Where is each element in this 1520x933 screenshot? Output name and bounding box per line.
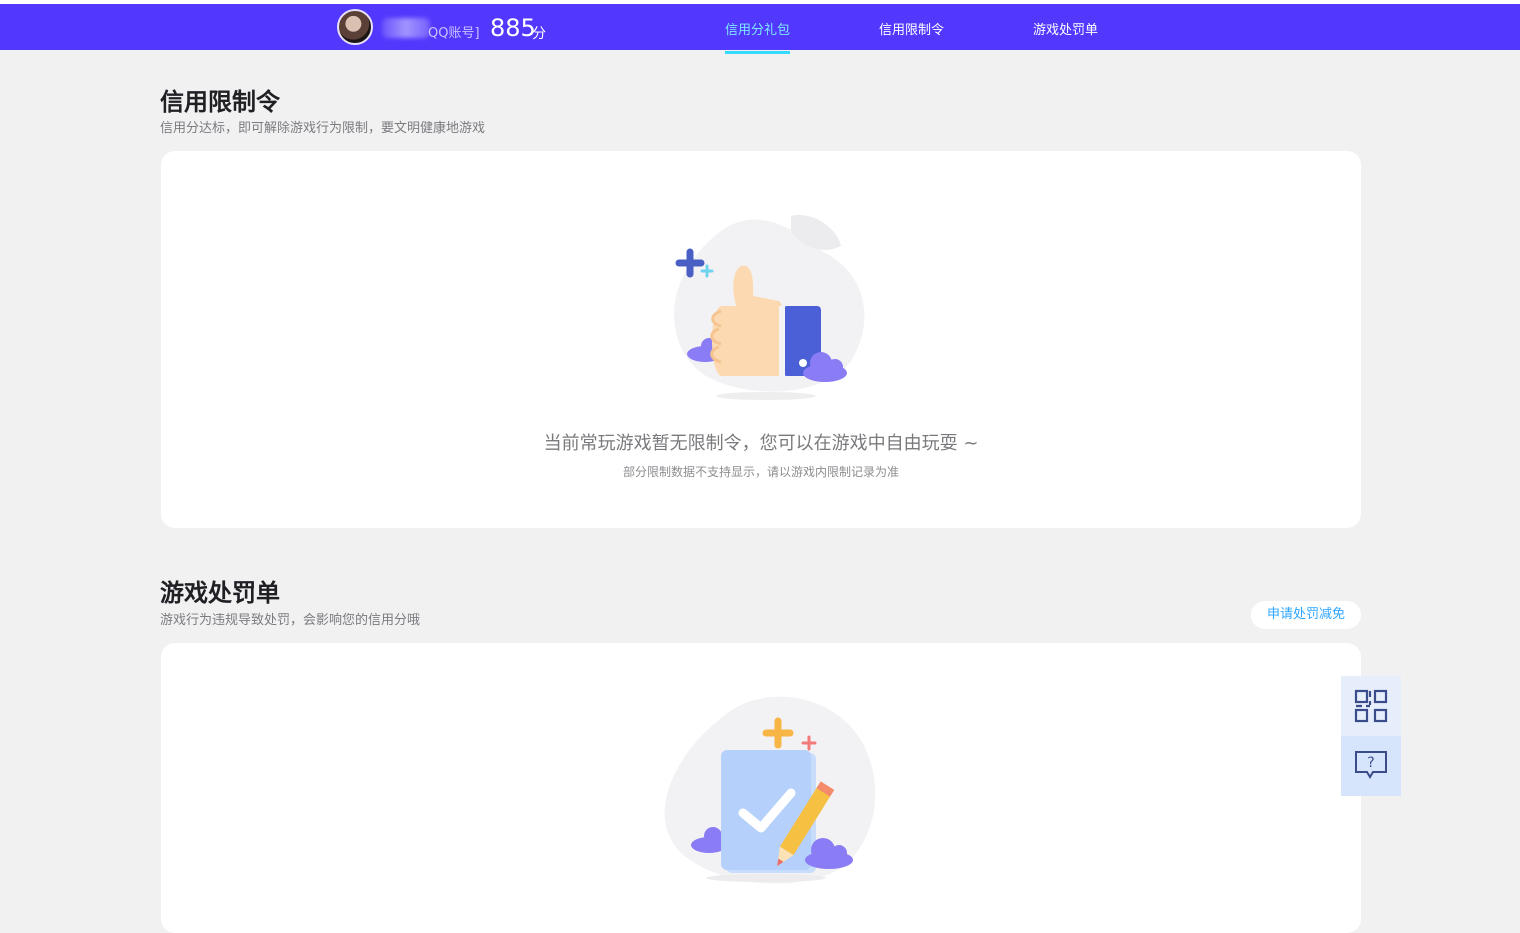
- restriction-section-subtitle: 信用分达标，即可解除游戏行为限制，要文明健康地游戏: [160, 121, 486, 136]
- help-chat-icon: ?: [1355, 751, 1387, 779]
- document-check-icon: [664, 696, 876, 884]
- apply-penalty-reduction-button[interactable]: 申请处罚减免: [1251, 601, 1361, 629]
- account-label: QQ账号]: [428, 26, 480, 41]
- tab-credit-gift[interactable]: 信用分礼包: [725, 19, 791, 54]
- qr-code-icon: [1354, 689, 1388, 723]
- restriction-empty-message: 当前常玩游戏暂无限制令，您可以在游戏中自由玩耍 ~: [543, 433, 979, 454]
- avatar[interactable]: [337, 9, 373, 45]
- restriction-section-title: 信用限制令: [160, 88, 280, 116]
- restriction-empty-note: 部分限制数据不支持显示，请以游戏内限制记录为准: [622, 465, 899, 479]
- penalty-section-title: 游戏处罚单: [160, 579, 280, 607]
- thumbs-up-icon: [674, 215, 865, 400]
- restriction-card: 当前常玩游戏暂无限制令，您可以在游戏中自由玩耍 ~ 部分限制数据不支持显示，请以…: [161, 151, 1361, 528]
- svg-text:?: ?: [1367, 755, 1374, 771]
- masked-account-name: [382, 18, 430, 38]
- help-feedback-button[interactable]: ?: [1341, 736, 1401, 796]
- qr-code-button[interactable]: [1341, 676, 1401, 736]
- score-unit: 分: [532, 26, 546, 42]
- top-navigation-bar: QQ账号] 885 分 信用分礼包 信用限制令 游戏处罚单: [0, 4, 1520, 54]
- tab-game-penalty[interactable]: 游戏处罚单: [1033, 19, 1098, 54]
- penalty-section-subtitle: 游戏行为违规导致处罚，会影响您的信用分哦: [160, 613, 421, 628]
- credit-score: 885: [490, 14, 536, 42]
- penalty-card: [161, 643, 1361, 933]
- tab-credit-restriction[interactable]: 信用限制令: [879, 19, 944, 54]
